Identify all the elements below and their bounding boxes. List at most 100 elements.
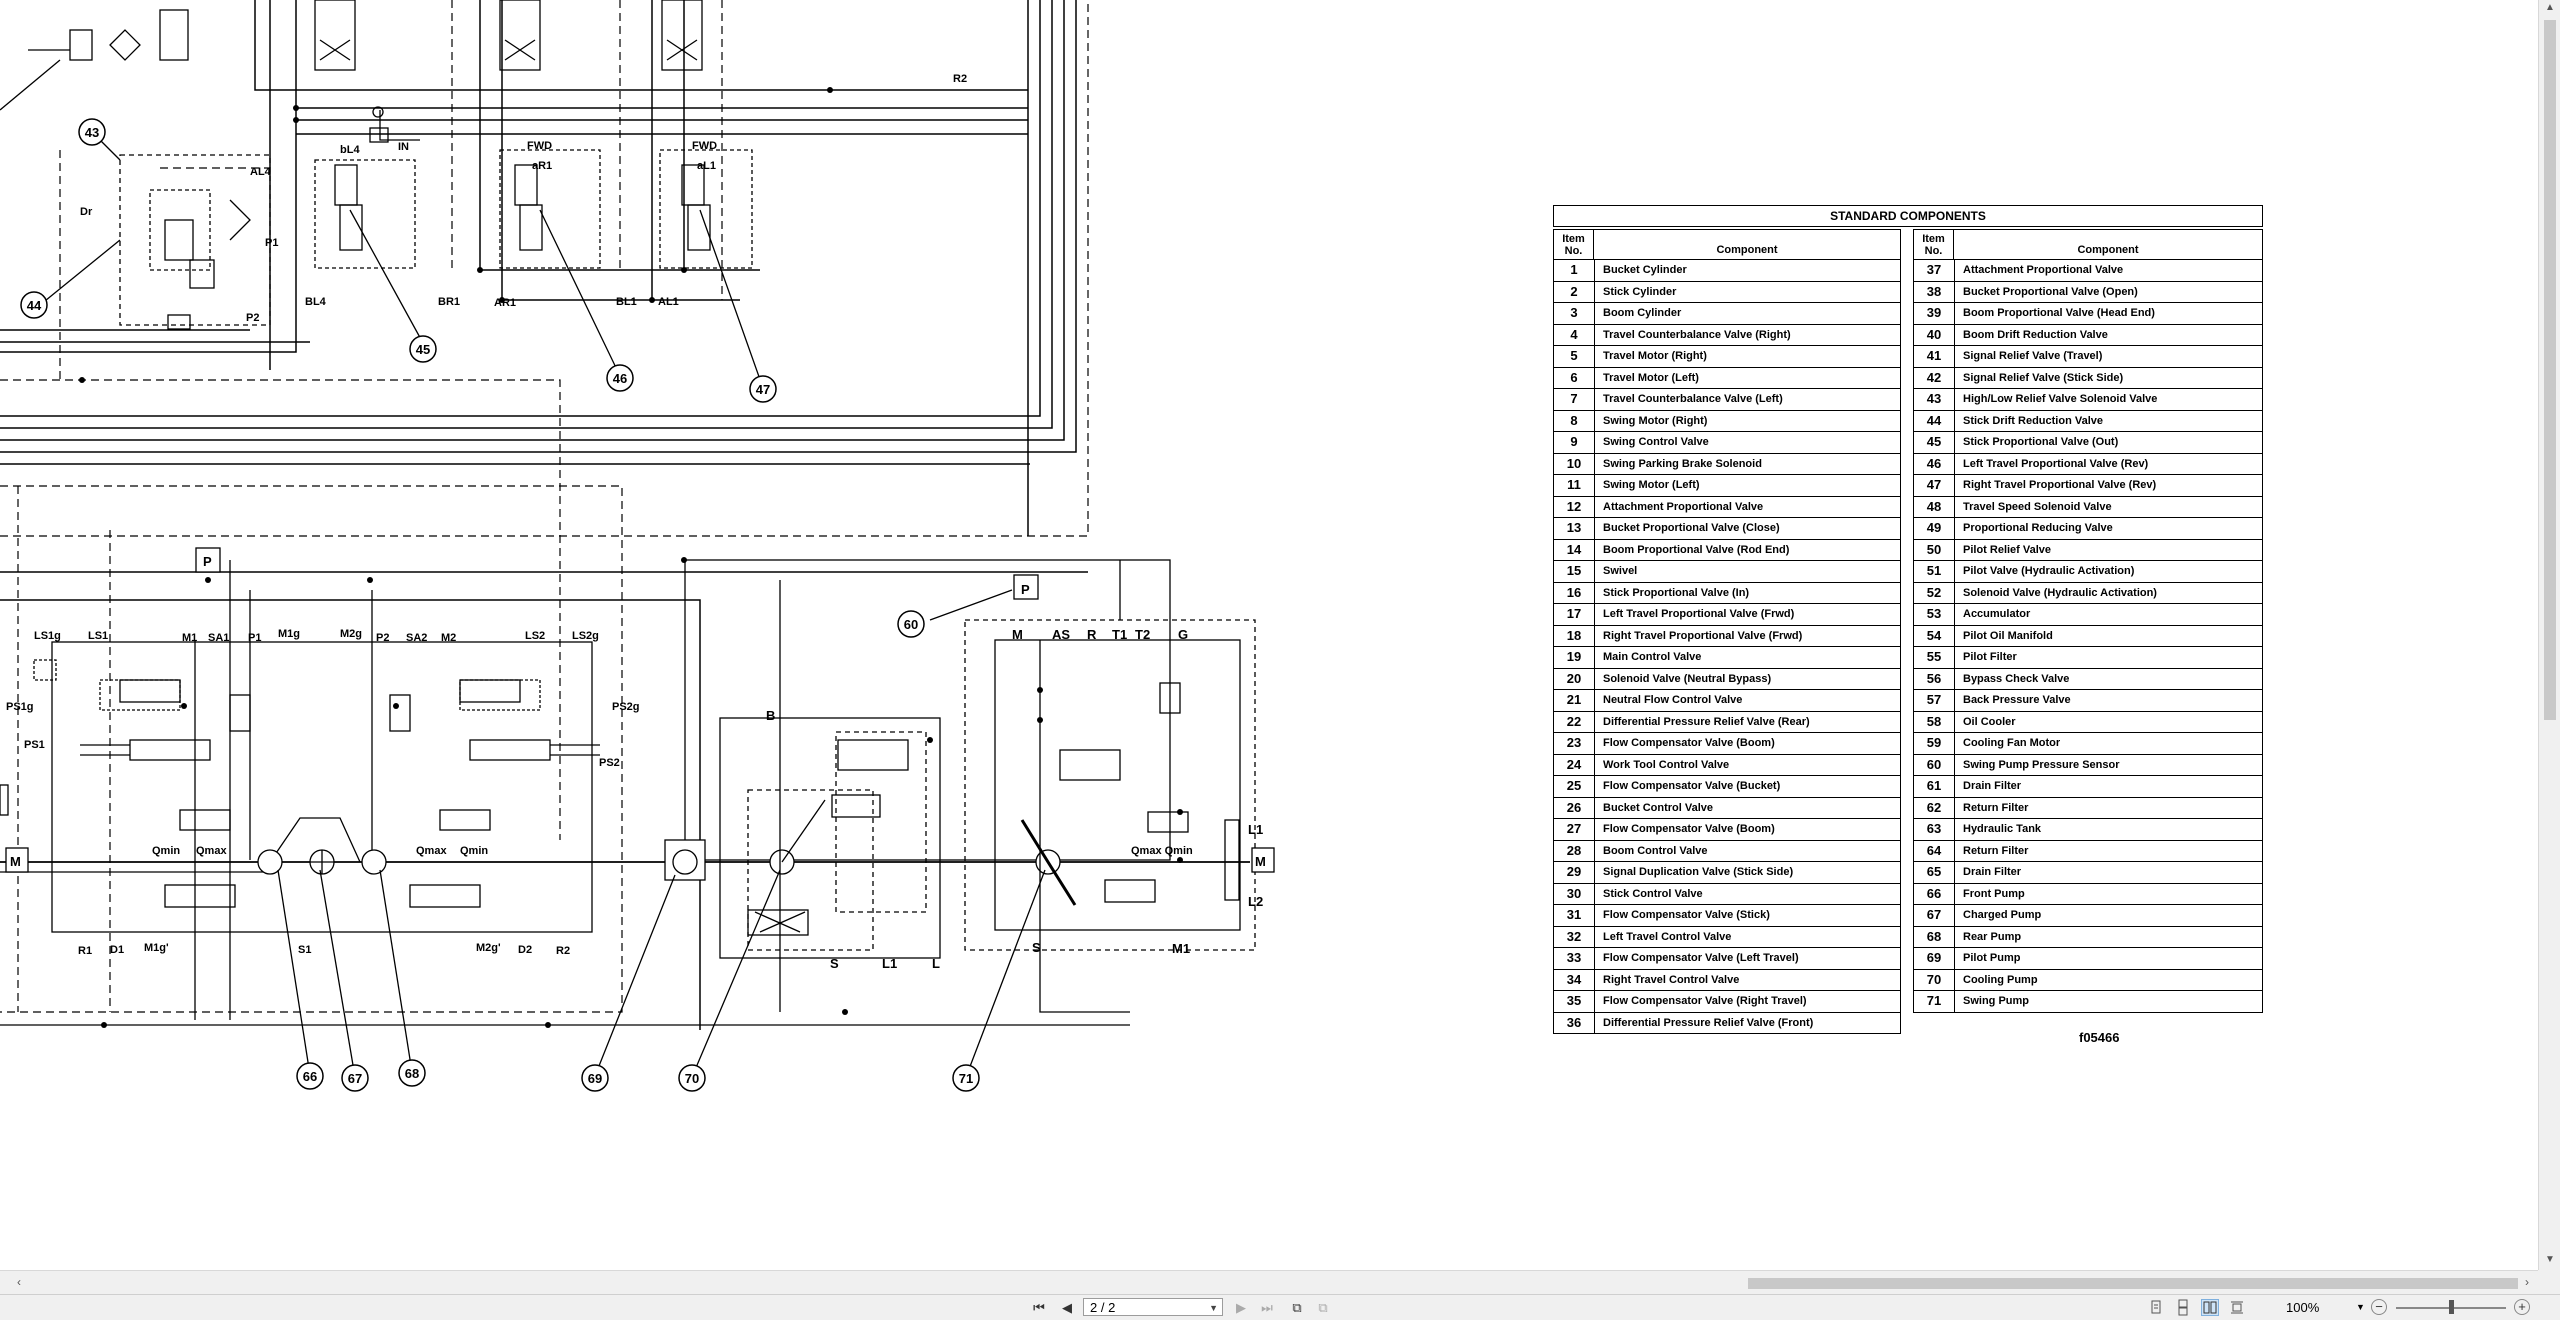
table-row: 28 Boom Control Valve bbox=[1554, 840, 1900, 862]
zoom-level[interactable]: 100% bbox=[2286, 1299, 2319, 1316]
component-name: Flow Compensator Valve (Boom) bbox=[1603, 737, 1775, 749]
item-number: 69 bbox=[1914, 948, 1955, 969]
item-number: 60 bbox=[1914, 754, 1955, 775]
scroll-right-icon[interactable]: › bbox=[2520, 1275, 2534, 1289]
label-PS1: PS1 bbox=[24, 739, 45, 751]
component-name: Flow Compensator Valve (Bucket) bbox=[1603, 780, 1781, 792]
component-name: Flow Compensator Valve (Stick) bbox=[1603, 909, 1770, 921]
label-PS1g: PS1g bbox=[6, 701, 34, 713]
component-name: Travel Speed Solenoid Valve bbox=[1963, 500, 2112, 513]
item-number: 33 bbox=[1554, 948, 1595, 969]
callout-69-label: 69 bbox=[588, 1071, 602, 1086]
item-number: 39 bbox=[1914, 303, 1955, 324]
zoom-dropdown-icon[interactable]: ▼ bbox=[2356, 1299, 2365, 1316]
label-P-left: P bbox=[203, 554, 212, 569]
callout-60-label: 60 bbox=[904, 617, 918, 632]
item-number: 46 bbox=[1914, 453, 1955, 474]
table-row: 60 Swing Pump Pressure Sensor bbox=[1914, 754, 2262, 776]
item-number: 22 bbox=[1554, 711, 1595, 732]
horizontal-scroll-thumb[interactable] bbox=[1748, 1278, 2518, 1289]
item-number: 49 bbox=[1914, 518, 1955, 539]
table-row: 52 Solenoid Valve (Hydraulic Activation) bbox=[1914, 582, 2262, 604]
label-bL4: bL4 bbox=[340, 144, 360, 156]
vertical-scroll-thumb[interactable] bbox=[2544, 20, 2556, 720]
table-column-right: Item No. Component 37 Attachment Proporti… bbox=[1913, 229, 2263, 1013]
label-PS2: PS2 bbox=[599, 757, 620, 769]
component-name: Flow Compensator Valve (Left Travel) bbox=[1603, 952, 1799, 964]
component-name: Boom Proportional Valve (Head End) bbox=[1963, 307, 2155, 319]
next-page-icon[interactable]: ▶ bbox=[1232, 1299, 1250, 1316]
component-name: Work Tool Control Valve bbox=[1603, 758, 1730, 771]
component-name: Stick Proportional Valve (Out) bbox=[1963, 436, 2119, 448]
page-number-input[interactable]: 2 / 2 ▼ bbox=[1083, 1298, 1223, 1316]
last-page-icon[interactable]: ⏭ bbox=[1258, 1299, 1276, 1316]
table-row: 53 Accumulator bbox=[1914, 604, 2262, 626]
label-Qmax-left: Qmax bbox=[196, 845, 227, 857]
label-aR1: aR1 bbox=[532, 160, 552, 172]
two-page-view-icon[interactable] bbox=[2201, 1299, 2219, 1316]
label-M1g-prime: M1g' bbox=[144, 942, 169, 954]
vertical-scrollbar[interactable]: ▲ ▼ bbox=[2538, 0, 2560, 1270]
item-number: 20 bbox=[1554, 668, 1595, 689]
component-name: Attachment Proportional Valve bbox=[1963, 264, 2124, 276]
label-Qmax-Qmin: Qmax Qmin bbox=[1131, 845, 1193, 857]
label-T1: T1 bbox=[1112, 627, 1127, 642]
single-page-view-icon[interactable] bbox=[2147, 1299, 2165, 1316]
page-dropdown-icon[interactable]: ▼ bbox=[1209, 1299, 1218, 1317]
item-number: 50 bbox=[1914, 539, 1955, 560]
scroll-down-icon[interactable]: ▼ bbox=[2544, 1254, 2556, 1266]
callout-70-label: 70 bbox=[685, 1071, 699, 1086]
component-name: Bucket Proportional Valve (Open) bbox=[1963, 285, 2138, 298]
two-page-continuous-view-icon[interactable] bbox=[2228, 1299, 2246, 1316]
item-number: 70 bbox=[1914, 969, 1955, 990]
table-row: 66 Front Pump bbox=[1914, 883, 2262, 905]
continuous-view-icon[interactable] bbox=[2174, 1299, 2192, 1316]
scroll-left-icon[interactable]: ‹ bbox=[12, 1275, 26, 1289]
item-number: 6 bbox=[1554, 367, 1595, 388]
scroll-up-icon[interactable]: ▲ bbox=[2544, 2, 2556, 14]
label-M2g-prime: M2g' bbox=[476, 942, 501, 954]
table-row: 54 Pilot Oil Manifold bbox=[1914, 625, 2262, 647]
document-viewport[interactable]: M M 43 44 45 46 47 60 66 67 68 69 70 71 … bbox=[0, 0, 2538, 1270]
label-P2: P2 bbox=[246, 312, 259, 324]
table-header: Item No. Component bbox=[1554, 230, 1900, 260]
header-component: Component bbox=[2077, 244, 2139, 256]
horizontal-scrollbar[interactable]: ‹ › bbox=[0, 1270, 2538, 1295]
table-row: 5 Travel Motor (Right) bbox=[1554, 346, 1900, 368]
table-row: 20 Solenoid Valve (Neutral Bypass) bbox=[1554, 668, 1900, 690]
component-name: Signal Relief Valve (Stick Side) bbox=[1963, 371, 2124, 384]
zoom-in-icon[interactable]: + bbox=[2514, 1299, 2530, 1315]
item-number: 34 bbox=[1554, 969, 1595, 990]
item-number: 54 bbox=[1914, 625, 1955, 646]
first-page-icon[interactable]: ⏮ bbox=[1030, 1299, 1048, 1316]
component-name: Charged Pump bbox=[1963, 909, 2042, 921]
callout-43-label: 43 bbox=[85, 125, 99, 140]
drawing-number: f05466 bbox=[2079, 1030, 2120, 1045]
table-header: Item No. Component bbox=[1914, 230, 2262, 260]
zoom-slider-thumb[interactable] bbox=[2449, 1300, 2454, 1314]
component-name: Signal Relief Valve (Travel) bbox=[1963, 350, 2103, 362]
table-column-left: Item No. Component 1 Bucket Cylinder 2 Stic… bbox=[1553, 229, 1901, 1034]
item-number: 35 bbox=[1554, 991, 1595, 1012]
table-row: 30 Stick Control Valve bbox=[1554, 883, 1900, 905]
label-M2: M2 bbox=[441, 632, 456, 644]
zoom-out-icon[interactable]: − bbox=[2371, 1299, 2387, 1315]
previous-page-icon[interactable]: ◀ bbox=[1058, 1299, 1076, 1316]
item-number: 31 bbox=[1554, 905, 1595, 926]
item-number: 17 bbox=[1554, 604, 1595, 625]
svg-text:M: M bbox=[10, 854, 21, 869]
component-name: Drain Filter bbox=[1963, 780, 2022, 792]
item-number: 59 bbox=[1914, 733, 1955, 754]
item-number: 13 bbox=[1554, 518, 1595, 539]
paste-page-icon[interactable]: ⧉ bbox=[1314, 1299, 1332, 1316]
component-name: Swing Pump Pressure Sensor bbox=[1963, 758, 2120, 771]
table-row: 35 Flow Compensator Valve (Right Travel) bbox=[1554, 991, 1900, 1013]
component-name: Pilot Relief Valve bbox=[1963, 543, 2052, 556]
header-item-no: Item No. bbox=[1914, 230, 1954, 259]
item-number: 32 bbox=[1554, 926, 1595, 947]
copy-page-icon[interactable]: ⧉ bbox=[1288, 1299, 1306, 1316]
component-name: Right Travel Proportional Valve (Rev) bbox=[1963, 479, 2157, 491]
table-row: 58 Oil Cooler bbox=[1914, 711, 2262, 733]
item-number: 66 bbox=[1914, 883, 1955, 904]
component-name: Boom Cylinder bbox=[1603, 307, 1682, 319]
